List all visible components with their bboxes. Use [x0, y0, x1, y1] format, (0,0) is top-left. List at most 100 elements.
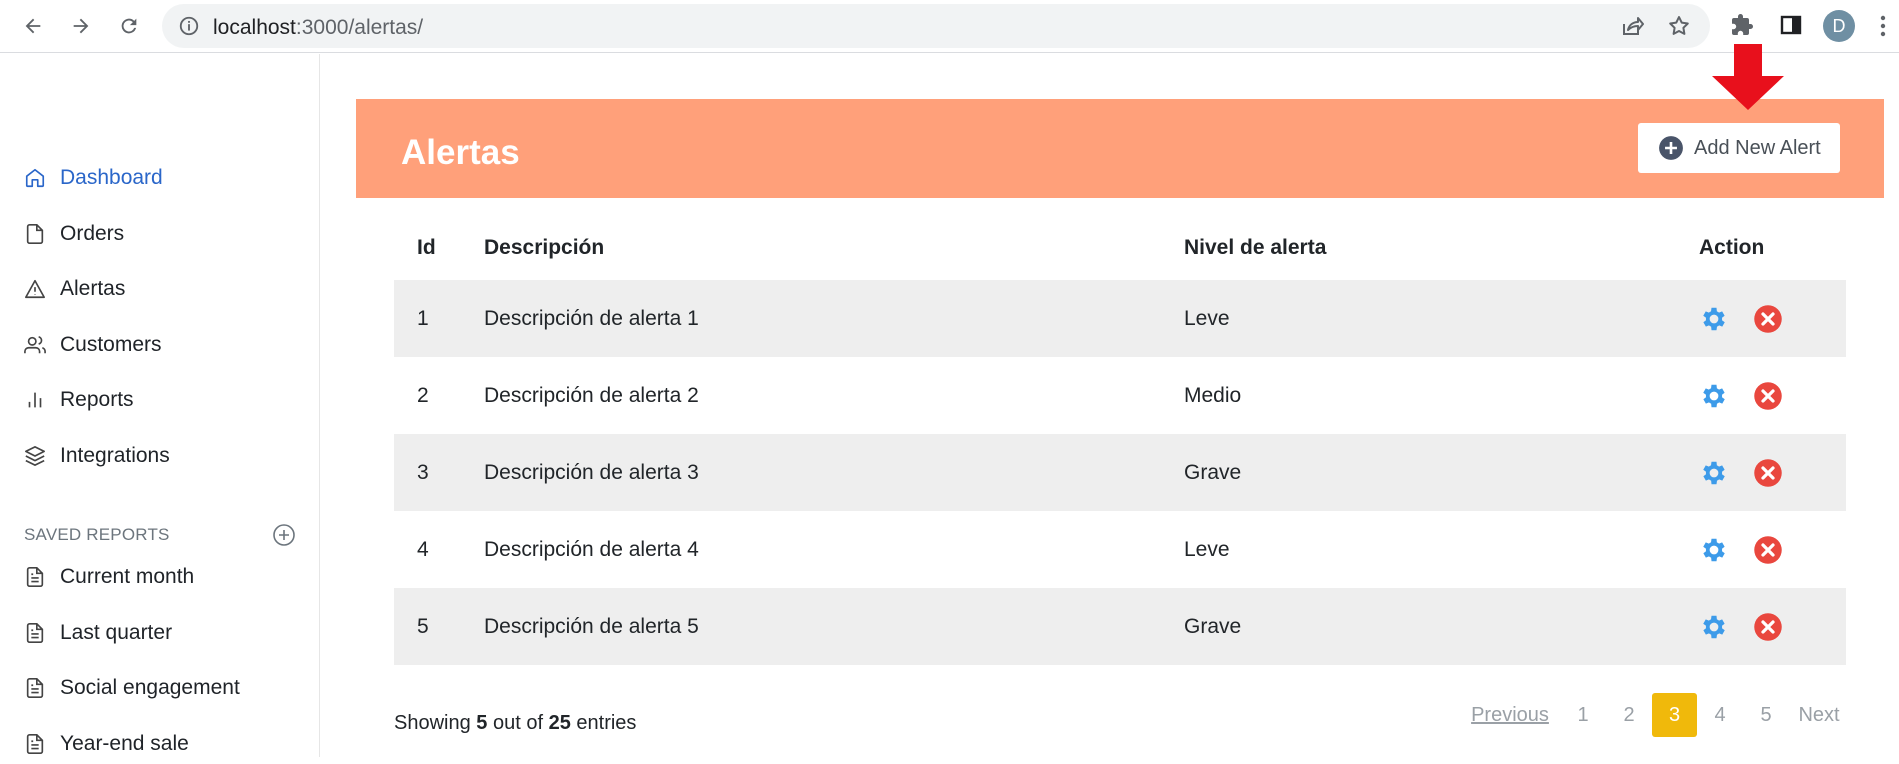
- sidebar-item-label: Reports: [60, 388, 134, 411]
- entries-shown-count: 5: [476, 712, 488, 734]
- address-bar[interactable]: localhost:3000/alertas/: [162, 4, 1710, 48]
- saved-report-current-month[interactable]: Current month: [24, 557, 194, 597]
- column-header-action: Action: [1699, 236, 1765, 259]
- delete-x-circle-icon[interactable]: [1753, 535, 1783, 565]
- back-button[interactable]: [17, 10, 49, 42]
- cell-actions: [1699, 511, 1846, 588]
- sidebar-item-label: Alertas: [60, 277, 126, 300]
- arrow-left-icon: [25, 18, 41, 34]
- alert-triangle-icon: [25, 279, 45, 299]
- plus-circle-icon[interactable]: [272, 523, 296, 547]
- alerts-table: Id Descripción Nivel de alerta Action 1 …: [394, 216, 1846, 665]
- alerts-panel-header: Alertas Add New Alert: [356, 99, 1884, 198]
- sidebar-item-dashboard[interactable]: Dashboard: [24, 158, 163, 198]
- file-text-icon: [26, 678, 44, 698]
- entries-total-count: 25: [548, 712, 571, 734]
- cell-description: Descripción de alerta 5: [484, 588, 1184, 665]
- users-icon: [24, 336, 46, 354]
- cell-description: Descripción de alerta 1: [484, 280, 1184, 357]
- red-arrow-annotation: [1712, 44, 1784, 110]
- table-header-row: Id Descripción Nivel de alerta Action: [394, 216, 1846, 280]
- pagination-page-2[interactable]: 2: [1606, 693, 1652, 737]
- browser-toolbar: localhost:3000/alertas/ D: [0, 0, 1899, 53]
- cell-id: 2: [417, 383, 429, 407]
- saved-report-social-engagement[interactable]: Social engagement: [24, 668, 240, 708]
- add-new-alert-label: Add New Alert: [1694, 136, 1821, 159]
- cell-description: Descripción de alerta 4: [484, 537, 699, 561]
- saved-reports-header: SAVED REPORTS: [24, 520, 296, 550]
- saved-reports-title: SAVED REPORTS: [24, 525, 170, 544]
- plus-circle-icon: [1659, 136, 1683, 160]
- pagination: Previous 1 2 3 4 5 Next: [1460, 693, 1849, 737]
- gear-icon[interactable]: [1699, 381, 1729, 411]
- pagination-page-4[interactable]: 4: [1697, 693, 1743, 737]
- pagination-page-5[interactable]: 5: [1743, 693, 1789, 737]
- sidebar-item-reports[interactable]: Reports: [24, 380, 134, 420]
- info-icon[interactable]: [178, 15, 200, 37]
- cell-alert-level: Medio: [1184, 383, 1242, 407]
- home-icon: [25, 168, 45, 188]
- table-row: 1 Descripción de alerta 1 Leve: [394, 280, 1846, 357]
- table-row: 5 Descripción de alerta 5 Grave: [394, 588, 1846, 665]
- sidebar-item-label: Orders: [60, 222, 125, 245]
- reload-button[interactable]: [113, 10, 145, 42]
- profile-avatar[interactable]: D: [1823, 10, 1855, 42]
- share-icon[interactable]: [1620, 14, 1644, 38]
- delete-x-circle-icon[interactable]: [1753, 612, 1783, 642]
- page-title: Alertas: [401, 133, 520, 172]
- delete-x-circle-icon[interactable]: [1753, 381, 1783, 411]
- delete-x-circle-icon[interactable]: [1753, 304, 1783, 334]
- entries-summary: Showing 5 out of 25 entries: [394, 712, 637, 734]
- table-row: 4 Descripción de alerta 4 Leve: [394, 511, 1846, 588]
- saved-report-label: Current month: [60, 565, 195, 588]
- cell-description: Descripción de alerta 3: [484, 434, 1184, 511]
- pagination-page-1[interactable]: 1: [1560, 693, 1606, 737]
- cell-actions: [1699, 357, 1846, 434]
- delete-x-circle-icon[interactable]: [1753, 458, 1783, 488]
- gear-icon[interactable]: [1699, 458, 1729, 488]
- saved-report-label: Year-end sale: [60, 732, 189, 755]
- saved-report-label: Social engagement: [60, 676, 240, 699]
- gear-icon[interactable]: [1699, 304, 1729, 334]
- pagination-previous[interactable]: Previous: [1460, 693, 1560, 737]
- more-vert-icon[interactable]: [1879, 14, 1887, 38]
- file-icon: [26, 224, 44, 244]
- file-text-icon: [26, 623, 44, 643]
- add-new-alert-button[interactable]: Add New Alert: [1638, 123, 1840, 173]
- gear-icon[interactable]: [1699, 612, 1729, 642]
- file-text-icon: [26, 567, 44, 587]
- puzzle-icon[interactable]: [1730, 13, 1754, 37]
- forward-button[interactable]: [65, 10, 97, 42]
- sidebar-item-label: Dashboard: [60, 166, 163, 189]
- gear-icon[interactable]: [1699, 535, 1729, 565]
- reload-icon: [121, 18, 137, 34]
- sidebar-item-alertas[interactable]: Alertas: [24, 269, 125, 309]
- sidebar-item-customers[interactable]: Customers: [24, 325, 162, 365]
- cell-alert-level: Leve: [1184, 280, 1699, 357]
- cell-actions: [1699, 588, 1846, 665]
- cell-actions: [1699, 434, 1846, 511]
- saved-report-label: Last quarter: [60, 621, 173, 644]
- side-panel-icon[interactable]: [1779, 13, 1803, 37]
- saved-report-year-end-sale[interactable]: Year-end sale: [24, 724, 189, 764]
- saved-report-last-quarter[interactable]: Last quarter: [24, 613, 172, 653]
- pagination-page-3-current[interactable]: 3: [1652, 693, 1697, 737]
- star-icon[interactable]: [1667, 14, 1691, 38]
- table-row: 2 Descripción de alerta 2 Medio: [394, 357, 1846, 434]
- cell-actions: [1699, 280, 1846, 357]
- cell-alert-level: Grave: [1184, 434, 1699, 511]
- sidebar-item-label: Customers: [60, 333, 162, 356]
- sidebar: Dashboard Orders Alertas Customers Repor…: [0, 54, 320, 757]
- url-text: localhost:3000/alertas/: [213, 16, 424, 39]
- cell-id: 1: [394, 280, 484, 357]
- sidebar-item-integrations[interactable]: Integrations: [24, 436, 170, 476]
- cell-description: Descripción de alerta 2: [484, 383, 699, 407]
- arrow-right-icon: [73, 18, 89, 34]
- column-header-alert-level: Nivel de alerta: [1184, 236, 1327, 259]
- sidebar-item-orders[interactable]: Orders: [24, 214, 124, 254]
- cell-id: 5: [394, 588, 484, 665]
- cell-alert-level: Grave: [1184, 588, 1699, 665]
- pagination-next[interactable]: Next: [1789, 693, 1849, 737]
- bar-chart-icon: [28, 392, 42, 408]
- file-text-icon: [26, 734, 44, 754]
